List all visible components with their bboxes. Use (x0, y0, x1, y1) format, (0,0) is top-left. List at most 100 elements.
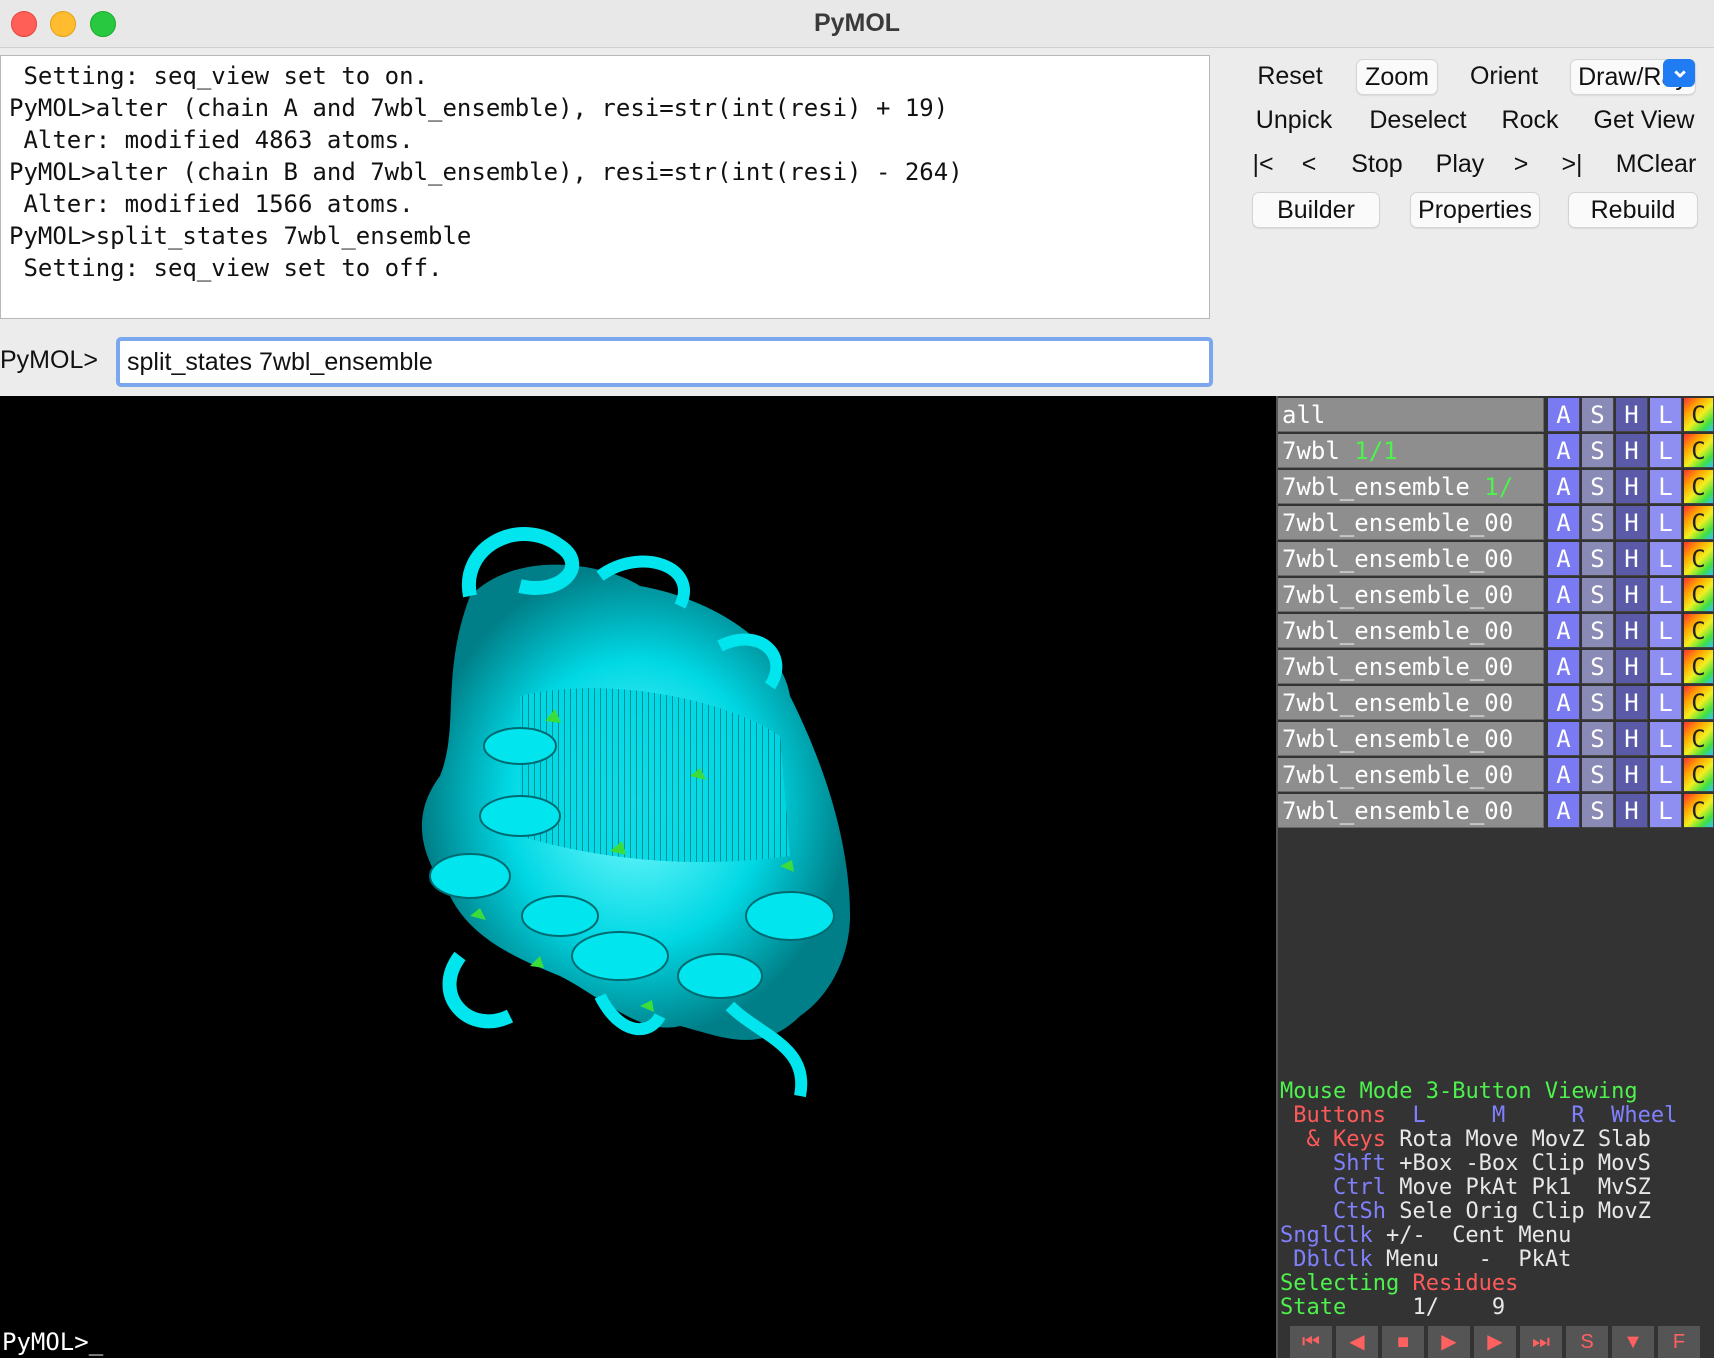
object-name[interactable]: 7wbl_ensemble_00 (1278, 650, 1544, 684)
label-button[interactable]: L (1650, 578, 1682, 612)
object-name[interactable]: 7wbl_ensemble_00 (1278, 686, 1544, 720)
show-button[interactable]: S (1582, 542, 1614, 576)
label-button[interactable]: L (1650, 398, 1682, 432)
object-name[interactable]: 7wbl_ensemble_00 (1278, 578, 1544, 612)
label-button[interactable]: L (1650, 542, 1682, 576)
scene-button[interactable]: S (1566, 1326, 1610, 1358)
prev-frame-button[interactable]: < (1296, 147, 1322, 183)
object-row[interactable]: 7wbl_ensemble_00 A S H L C (1278, 722, 1714, 756)
color-button[interactable]: C (1684, 722, 1714, 756)
hide-button[interactable]: H (1616, 758, 1648, 792)
molecule-viewport[interactable] (0, 396, 1276, 1326)
fullscreen-button[interactable]: F (1658, 1326, 1702, 1358)
object-row[interactable]: 7wbl_ensemble_00 A S H L C (1278, 578, 1714, 612)
show-button[interactable]: S (1582, 686, 1614, 720)
show-button[interactable]: S (1582, 614, 1614, 648)
reset-button[interactable]: Reset (1250, 59, 1330, 95)
hide-button[interactable]: H (1616, 506, 1648, 540)
label-button[interactable]: L (1650, 434, 1682, 468)
show-button[interactable]: S (1582, 506, 1614, 540)
action-button[interactable]: A (1548, 614, 1580, 648)
chevron-down-icon[interactable]: ▼ (1612, 1326, 1656, 1358)
label-button[interactable]: L (1650, 650, 1682, 684)
label-button[interactable]: L (1650, 686, 1682, 720)
show-button[interactable]: S (1582, 578, 1614, 612)
object-row[interactable]: 7wbl_ensemble_00 A S H L C (1278, 542, 1714, 576)
color-button[interactable]: C (1684, 758, 1714, 792)
object-name[interactable]: 7wbl_ensemble_00 (1278, 506, 1544, 540)
hide-button[interactable]: H (1616, 578, 1648, 612)
hide-button[interactable]: H (1616, 650, 1648, 684)
action-button[interactable]: A (1548, 434, 1580, 468)
object-name[interactable]: 7wbl_ensemble_00 (1278, 794, 1544, 828)
rewind-icon[interactable]: ⏮ (1290, 1326, 1334, 1358)
play-icon[interactable]: ▶ (1428, 1326, 1472, 1358)
object-name[interactable]: 7wbl_ensemble_00 (1278, 722, 1544, 756)
action-button[interactable]: A (1548, 542, 1580, 576)
label-button[interactable]: L (1650, 722, 1682, 756)
color-button[interactable]: C (1684, 470, 1714, 504)
action-button[interactable]: A (1548, 686, 1580, 720)
show-button[interactable]: S (1582, 794, 1614, 828)
action-button[interactable]: A (1548, 470, 1580, 504)
color-button[interactable]: C (1684, 794, 1714, 828)
color-button[interactable]: C (1684, 542, 1714, 576)
object-row[interactable]: 7wbl_ensemble_00 A S H L C (1278, 614, 1714, 648)
object-row[interactable]: 7wbl 1/1 A S H L C (1278, 434, 1714, 468)
object-row[interactable]: all A S H L C (1278, 398, 1714, 432)
fast-forward-icon[interactable]: ⏭ (1520, 1326, 1564, 1358)
hide-button[interactable]: H (1616, 398, 1648, 432)
hide-button[interactable]: H (1616, 794, 1648, 828)
next-frame-button[interactable]: > (1508, 147, 1534, 183)
object-row[interactable]: 7wbl_ensemble_00 A S H L C (1278, 686, 1714, 720)
hide-button[interactable]: H (1616, 470, 1648, 504)
orient-button[interactable]: Orient (1462, 59, 1546, 95)
builder-button[interactable]: Builder (1252, 192, 1380, 228)
command-input[interactable] (116, 337, 1213, 387)
action-button[interactable]: A (1548, 650, 1580, 684)
action-button[interactable]: A (1548, 758, 1580, 792)
action-button[interactable]: A (1548, 578, 1580, 612)
viewer-prompt[interactable]: PyMOL>_ (0, 1326, 1276, 1358)
rebuild-button[interactable]: Rebuild (1568, 192, 1698, 228)
hide-button[interactable]: H (1616, 686, 1648, 720)
show-button[interactable]: S (1582, 398, 1614, 432)
label-button[interactable]: L (1650, 506, 1682, 540)
console-output[interactable]: Setting: seq_view set to on. PyMOL>alter… (0, 55, 1210, 319)
object-name[interactable]: 7wbl_ensemble_00 (1278, 614, 1544, 648)
hide-button[interactable]: H (1616, 542, 1648, 576)
hide-button[interactable]: H (1616, 722, 1648, 756)
stop-button[interactable]: Stop (1344, 147, 1410, 183)
color-button[interactable]: C (1684, 398, 1714, 432)
deselect-button[interactable]: Deselect (1362, 103, 1474, 139)
object-name[interactable]: 7wbl_ensemble_00 (1278, 758, 1544, 792)
object-row[interactable]: 7wbl_ensemble_00 A S H L C (1278, 506, 1714, 540)
hide-button[interactable]: H (1616, 434, 1648, 468)
label-button[interactable]: L (1650, 794, 1682, 828)
label-button[interactable]: L (1650, 470, 1682, 504)
zoom-button[interactable]: Zoom (1356, 59, 1438, 95)
color-button[interactable]: C (1684, 506, 1714, 540)
properties-button[interactable]: Properties (1410, 192, 1540, 228)
color-button[interactable]: C (1684, 578, 1714, 612)
show-button[interactable]: S (1582, 434, 1614, 468)
color-button[interactable]: C (1684, 650, 1714, 684)
object-row[interactable]: 7wbl_ensemble_00 A S H L C (1278, 758, 1714, 792)
action-button[interactable]: A (1548, 398, 1580, 432)
action-button[interactable]: A (1548, 506, 1580, 540)
object-name[interactable]: 7wbl_ensemble 1/ (1278, 470, 1544, 504)
object-row[interactable]: 7wbl_ensemble 1/A S H L C (1278, 470, 1714, 504)
object-name[interactable]: all (1278, 398, 1544, 432)
label-button[interactable]: L (1650, 758, 1682, 792)
object-name[interactable]: 7wbl 1/1 (1278, 434, 1544, 468)
play-button[interactable]: Play (1430, 147, 1490, 183)
stop-icon[interactable]: ■ (1382, 1326, 1426, 1358)
last-frame-button[interactable]: >| (1556, 147, 1588, 183)
show-button[interactable]: S (1582, 722, 1614, 756)
color-button[interactable]: C (1684, 434, 1714, 468)
step-forward-icon[interactable]: ▶ (1474, 1326, 1518, 1358)
object-name[interactable]: 7wbl_ensemble_00 (1278, 542, 1544, 576)
object-row[interactable]: 7wbl_ensemble_00 A S H L C (1278, 794, 1714, 828)
mclear-button[interactable]: MClear (1610, 147, 1702, 183)
show-button[interactable]: S (1582, 470, 1614, 504)
